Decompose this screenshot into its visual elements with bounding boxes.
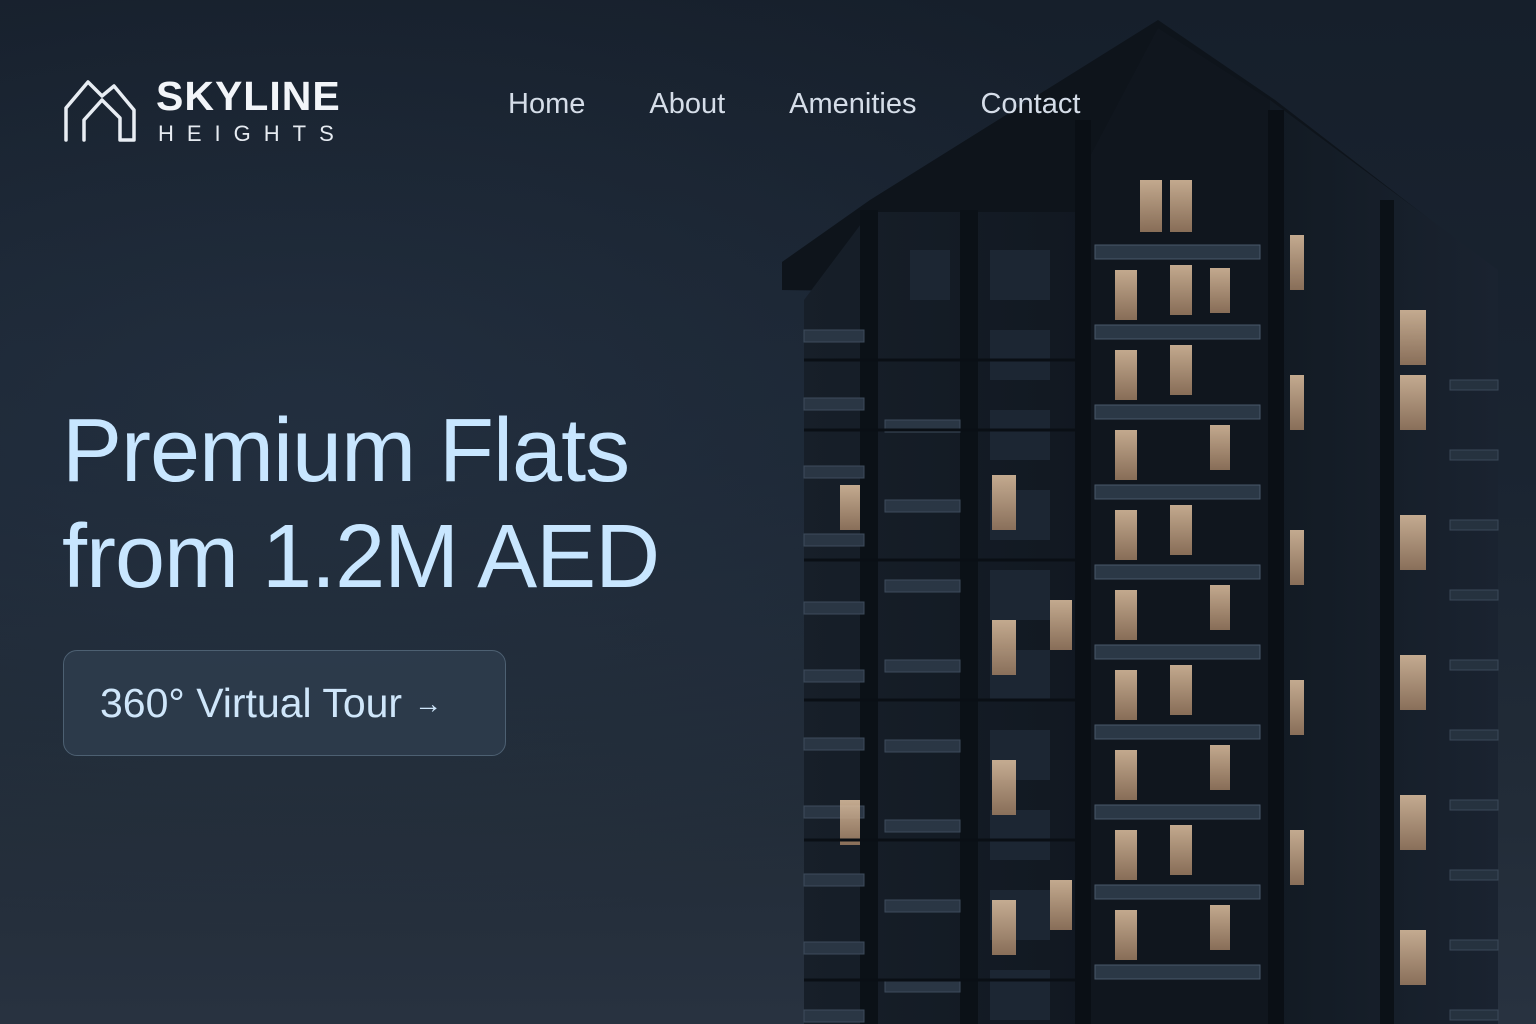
arrow-right-icon: → (414, 688, 443, 719)
brand-logo[interactable]: SKYLINE HEIGHTS (62, 74, 347, 146)
virtual-tour-label: 360° Virtual Tour (100, 679, 403, 726)
nav-item-amenities[interactable]: Amenities (789, 88, 916, 121)
main-nav: Home About Amenities Contact (508, 88, 1080, 121)
brand-name-top: SKYLINE (156, 72, 341, 119)
nav-item-about[interactable]: About (649, 88, 725, 121)
brand-name-bottom: HEIGHTS (158, 120, 347, 146)
nav-item-home[interactable]: Home (508, 88, 585, 121)
hero-headline-line1: Premium Flats (62, 401, 630, 501)
hero-headline-line2: from 1.2M AED (62, 507, 660, 607)
mountain-roof-outline-icon (64, 80, 136, 142)
nav-item-contact[interactable]: Contact (980, 88, 1080, 121)
apartment-tower-image (782, 20, 1499, 1024)
virtual-tour-button[interactable]: 360° Virtual Tour → (63, 650, 506, 756)
hero-headline: Premium Flats from 1.2M AED (62, 398, 660, 610)
